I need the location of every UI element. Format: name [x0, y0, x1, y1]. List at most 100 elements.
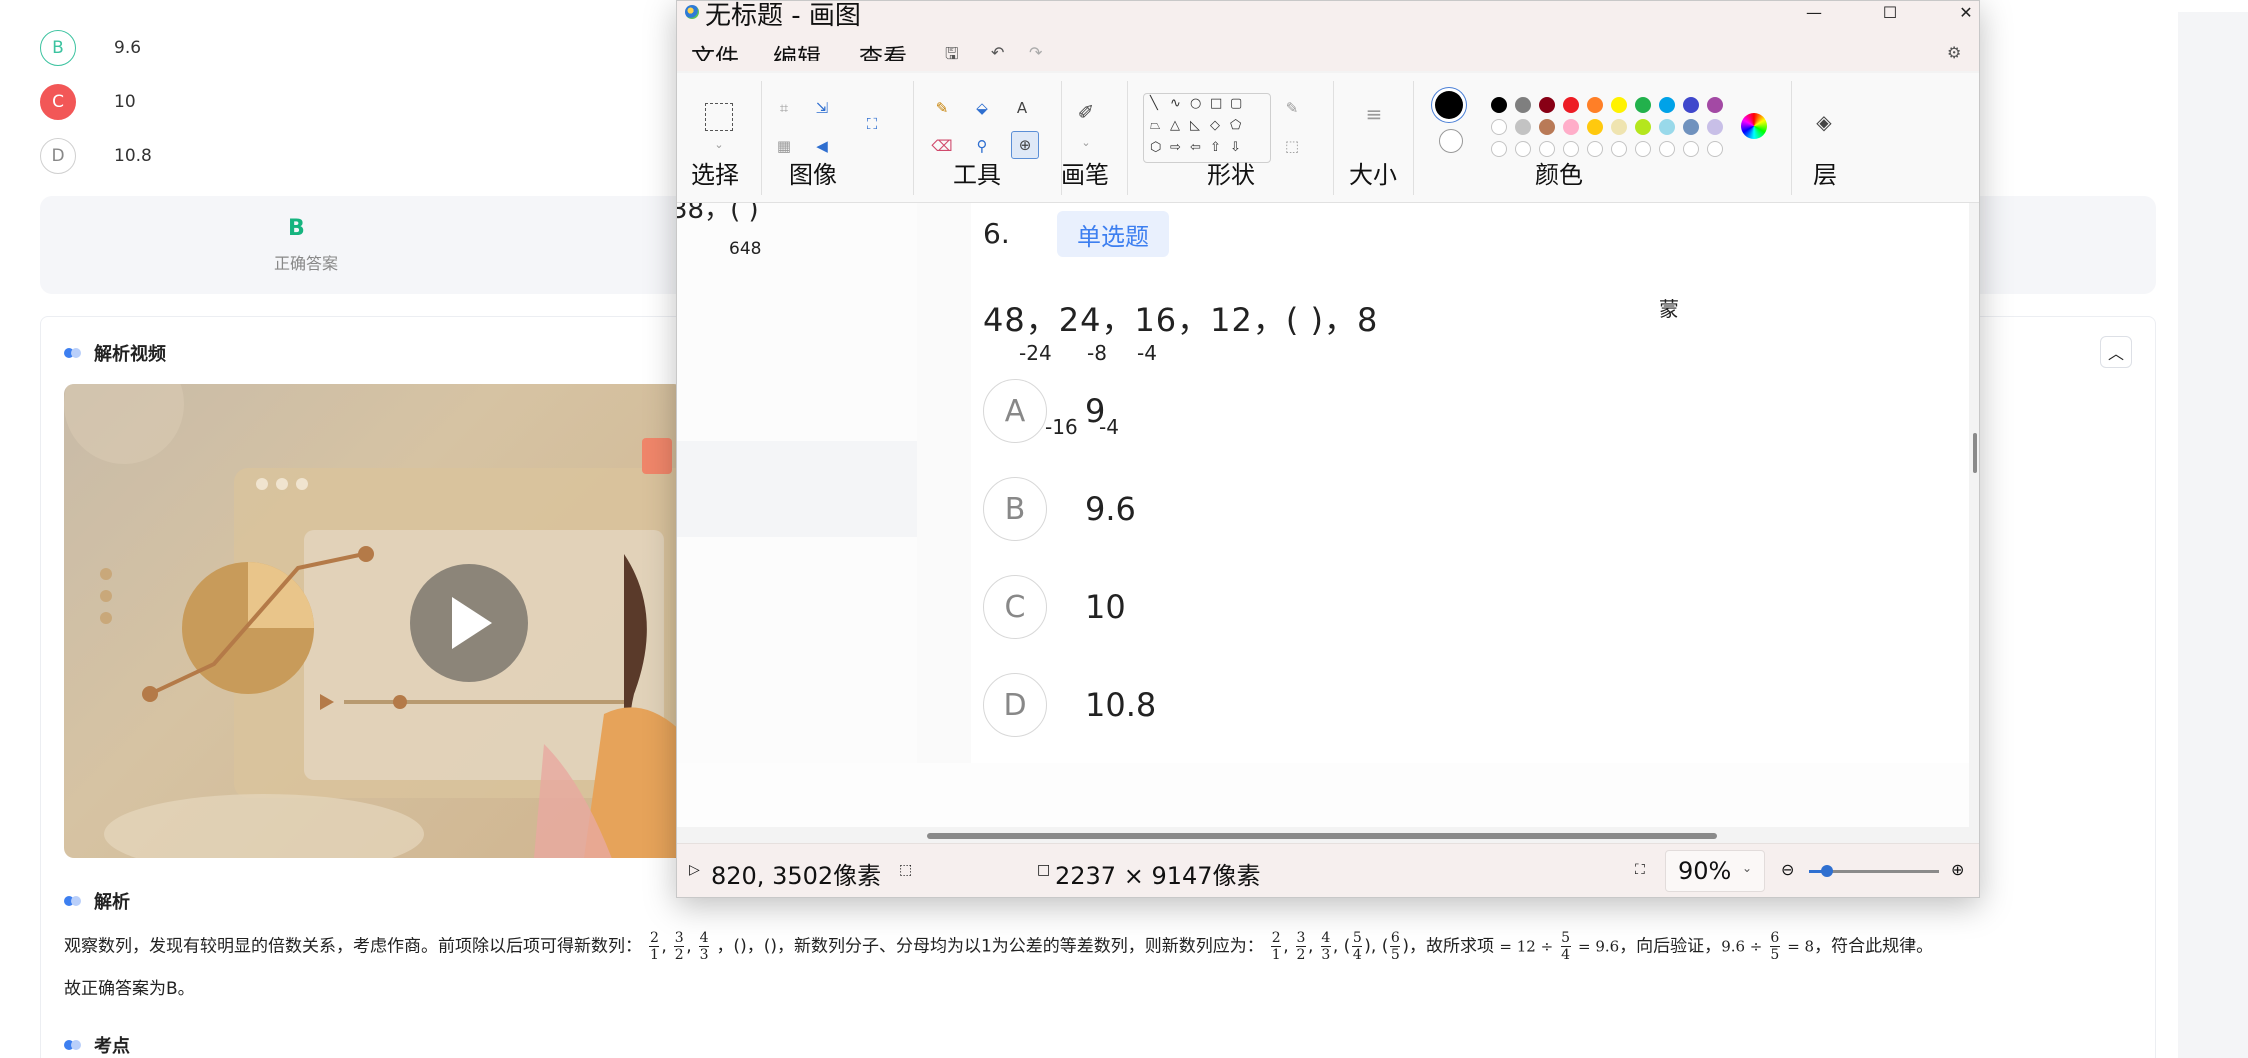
- right-arrow-shape-icon[interactable]: ⇨: [1170, 140, 1181, 155]
- menu-edit[interactable]: 编辑: [773, 41, 821, 61]
- image-search-icon[interactable]: ⛶: [861, 113, 883, 135]
- redo-icon[interactable]: ↷: [1029, 43, 1042, 62]
- resize-icon[interactable]: ⇲: [811, 97, 833, 119]
- crop-icon[interactable]: ⌗: [773, 97, 795, 119]
- color1-current[interactable]: [1435, 91, 1463, 119]
- color-picker-icon[interactable]: ⚲: [971, 135, 993, 157]
- color-swatch[interactable]: [1611, 119, 1627, 135]
- custom-color-slot[interactable]: [1587, 141, 1603, 157]
- option-b-value: 9.6: [114, 38, 142, 58]
- ribbon-separator: [1333, 81, 1334, 195]
- color-swatch[interactable]: [1515, 119, 1531, 135]
- shapes-gallery[interactable]: ╲ ∿ ○ □ ▢ ⏢ △ ◺ ◇ ⬠ ⬡ ⇨ ⇦ ⇧ ⇩: [1143, 93, 1271, 163]
- zoom-out-icon[interactable]: ⊖: [1781, 860, 1794, 879]
- drawing-canvas[interactable]: 38，( ) 648 6. 单选题 48，24，16，12，( )，8 蒙 -2…: [677, 203, 1969, 827]
- color-swatch[interactable]: [1587, 119, 1603, 135]
- option-d-row[interactable]: D 10.8: [40, 136, 152, 176]
- custom-color-slot[interactable]: [1683, 141, 1699, 157]
- color2-current[interactable]: [1439, 129, 1463, 153]
- curve-shape-icon[interactable]: ∿: [1170, 96, 1181, 111]
- custom-color-slot[interactable]: [1515, 141, 1531, 157]
- right-triangle-shape-icon[interactable]: ◺: [1190, 118, 1200, 133]
- video-play-button[interactable]: [410, 564, 528, 682]
- color-swatch[interactable]: [1707, 97, 1723, 113]
- color-swatch[interactable]: [1563, 97, 1579, 113]
- color-swatch[interactable]: [1491, 97, 1507, 113]
- horizontal-scrollbar[interactable]: [677, 827, 1969, 843]
- color-swatch[interactable]: [1611, 97, 1627, 113]
- diamond-shape-icon[interactable]: ◇: [1210, 118, 1220, 133]
- select-dropdown-chevron-icon[interactable]: ⌄: [708, 133, 730, 155]
- fit-to-window-icon[interactable]: ⛶: [1635, 862, 1645, 878]
- outline-icon[interactable]: ✎: [1281, 97, 1303, 119]
- pasted-left-column: 38，( ) 648: [677, 203, 917, 763]
- annotation-minus24: -24: [1019, 341, 1052, 365]
- color-swatch[interactable]: [1491, 119, 1507, 135]
- edit-colors-icon[interactable]: [1741, 113, 1767, 139]
- color-swatch[interactable]: [1515, 97, 1531, 113]
- rotate-icon[interactable]: ◀: [811, 135, 833, 157]
- vertical-scrollbar[interactable]: [1969, 203, 1979, 827]
- color-swatch[interactable]: [1587, 97, 1603, 113]
- color-swatch[interactable]: [1635, 97, 1651, 113]
- option-b-row[interactable]: B 9.6: [40, 28, 141, 68]
- brush-icon[interactable]: ✐: [1075, 100, 1097, 124]
- color-swatch[interactable]: [1683, 97, 1699, 113]
- color-swatch[interactable]: [1635, 119, 1651, 135]
- text-tool-icon[interactable]: A: [1011, 97, 1033, 119]
- minimize-icon[interactable]: —: [1789, 1, 1839, 23]
- undo-icon[interactable]: ↶: [991, 43, 1004, 62]
- line-shape-icon[interactable]: ╲: [1150, 96, 1158, 111]
- close-icon[interactable]: ✕: [1941, 1, 1979, 23]
- rounded-rect-shape-icon[interactable]: ▢: [1230, 96, 1242, 111]
- zoom-in-icon[interactable]: ⊕: [1951, 860, 1964, 879]
- analysis-video-player[interactable]: [64, 384, 684, 858]
- custom-color-slot[interactable]: [1707, 141, 1723, 157]
- title-bar[interactable]: 无标题 - 画图 — ☐ ✕: [677, 1, 1979, 35]
- line-size-icon[interactable]: ≡: [1363, 102, 1385, 126]
- analysis-text-part: ，向后验证，: [1619, 936, 1722, 957]
- color-swatch[interactable]: [1539, 119, 1555, 135]
- down-arrow-shape-icon[interactable]: ⇩: [1230, 140, 1241, 155]
- maximize-icon[interactable]: ☐: [1865, 1, 1915, 23]
- paint-window[interactable]: 无标题 - 画图 — ☐ ✕ 文件 编辑 查看 🖫 ↶ ↷ ⚙ ⌄ 选择 ⌗ ⇲…: [676, 0, 1980, 898]
- custom-color-slot[interactable]: [1659, 141, 1675, 157]
- custom-color-slot[interactable]: [1635, 141, 1651, 157]
- collapse-chevron-up-icon[interactable]: ︿: [2100, 336, 2132, 368]
- option-c-row[interactable]: C 10: [40, 82, 136, 122]
- rectangle-shape-icon[interactable]: □: [1210, 96, 1222, 111]
- horizontal-scroll-thumb[interactable]: [927, 833, 1717, 839]
- color-swatch[interactable]: [1539, 97, 1555, 113]
- color-swatch[interactable]: [1707, 119, 1723, 135]
- background-remove-icon[interactable]: ▦: [773, 135, 795, 157]
- zoom-dropdown[interactable]: 90% ⌄: [1665, 850, 1765, 892]
- menu-file[interactable]: 文件: [691, 41, 739, 61]
- fill-icon[interactable]: ⬚: [1281, 135, 1303, 157]
- custom-color-slot[interactable]: [1611, 141, 1627, 157]
- eraser-icon[interactable]: ⌫: [931, 135, 953, 157]
- color-swatch[interactable]: [1683, 119, 1699, 135]
- hexagon-shape-icon[interactable]: ⬡: [1150, 140, 1161, 155]
- fill-bucket-icon[interactable]: ⬙: [971, 97, 993, 119]
- oval-shape-icon[interactable]: ○: [1190, 96, 1201, 111]
- triangle-shape-icon[interactable]: △: [1170, 118, 1180, 133]
- left-arrow-shape-icon[interactable]: ⇦: [1190, 140, 1201, 155]
- zoom-slider-thumb[interactable]: [1821, 865, 1833, 877]
- magnifier-icon[interactable]: ⊕: [1011, 131, 1039, 159]
- layers-icon[interactable]: ◈: [1813, 110, 1835, 134]
- menu-view[interactable]: 查看: [859, 41, 907, 61]
- up-arrow-shape-icon[interactable]: ⇧: [1210, 140, 1221, 155]
- zoom-slider[interactable]: [1809, 865, 1939, 877]
- pentagon-shape-icon[interactable]: ⬠: [1230, 118, 1241, 133]
- color-swatch[interactable]: [1563, 119, 1579, 135]
- vertical-scroll-thumb[interactable]: [1973, 433, 1977, 473]
- save-icon[interactable]: 🖫: [945, 43, 959, 70]
- brush-dropdown-chevron-icon[interactable]: ⌄: [1075, 131, 1097, 153]
- polygon-shape-icon[interactable]: ⏢: [1150, 118, 1160, 133]
- select-icon[interactable]: [705, 103, 733, 131]
- color-swatch[interactable]: [1659, 119, 1675, 135]
- custom-color-slot[interactable]: [1491, 141, 1507, 157]
- pencil-icon[interactable]: ✎: [931, 97, 953, 119]
- color-swatch[interactable]: [1659, 97, 1675, 113]
- settings-gear-icon[interactable]: ⚙: [1947, 43, 1961, 62]
